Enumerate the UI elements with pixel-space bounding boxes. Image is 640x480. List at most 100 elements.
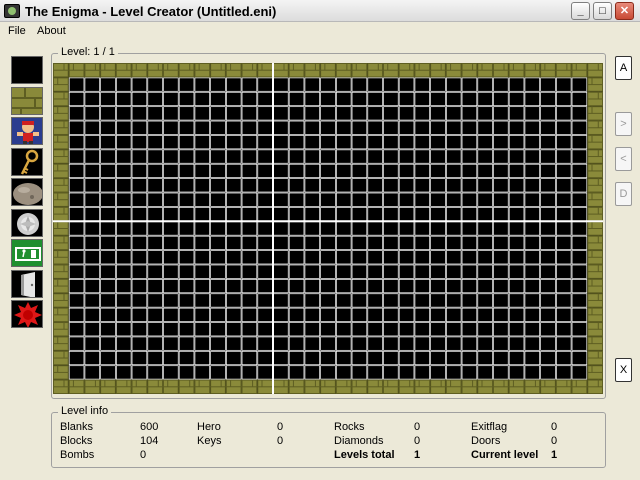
blank-cell[interactable] <box>351 77 368 92</box>
blank-cell[interactable] <box>336 106 352 121</box>
blank-cell[interactable] <box>131 235 148 250</box>
blank-cell[interactable] <box>100 365 116 380</box>
blank-cell[interactable] <box>304 91 320 107</box>
blank-cell[interactable] <box>556 279 572 294</box>
blank-cell[interactable] <box>540 91 556 107</box>
blank-cell[interactable] <box>163 221 179 236</box>
blank-cell[interactable] <box>383 207 399 222</box>
blank-cell[interactable] <box>163 264 179 279</box>
block-cell[interactable] <box>241 63 258 78</box>
blank-cell[interactable] <box>477 365 493 380</box>
blank-cell[interactable] <box>383 250 399 265</box>
blank-cell[interactable] <box>84 365 100 380</box>
blank-cell[interactable] <box>288 365 305 380</box>
blank-cell[interactable] <box>100 221 116 236</box>
blank-cell[interactable] <box>556 106 572 121</box>
blank-cell[interactable] <box>383 149 399 164</box>
block-cell[interactable] <box>53 192 69 207</box>
blank-cell[interactable] <box>116 120 132 135</box>
blank-cell[interactable] <box>367 336 383 351</box>
blank-cell[interactable] <box>241 264 258 279</box>
blank-cell[interactable] <box>131 350 148 366</box>
blank-cell[interactable] <box>556 336 572 351</box>
blank-cell[interactable] <box>116 135 132 150</box>
blank-cell[interactable] <box>178 207 195 222</box>
blank-cell[interactable] <box>524 149 540 164</box>
blank-cell[interactable] <box>351 279 368 294</box>
blank-cell[interactable] <box>508 235 525 250</box>
blank-cell[interactable] <box>556 235 572 250</box>
blank-cell[interactable] <box>556 221 572 236</box>
blank-cell[interactable] <box>178 264 195 279</box>
blank-cell[interactable] <box>351 149 368 164</box>
blank-cell[interactable] <box>446 178 462 193</box>
blank-cell[interactable] <box>351 178 368 193</box>
blank-cell[interactable] <box>446 135 462 150</box>
close-button[interactable]: ✕ <box>615 2 634 20</box>
blank-cell[interactable] <box>430 322 446 337</box>
blank-cell[interactable] <box>147 178 163 193</box>
blank-cell[interactable] <box>571 91 588 107</box>
level-grid[interactable] <box>53 63 603 395</box>
blank-cell[interactable] <box>288 264 305 279</box>
blank-cell[interactable] <box>147 264 163 279</box>
blank-cell[interactable] <box>257 149 273 164</box>
block-cell[interactable] <box>493 379 509 395</box>
blank-cell[interactable] <box>100 77 116 92</box>
blank-cell[interactable] <box>84 307 100 322</box>
blank-cell[interactable] <box>273 350 289 366</box>
blank-cell[interactable] <box>571 221 588 236</box>
block-cell[interactable] <box>53 293 69 308</box>
blank-cell[interactable] <box>320 350 336 366</box>
blank-cell[interactable] <box>556 91 572 107</box>
blank-cell[interactable] <box>430 207 446 222</box>
blank-cell[interactable] <box>131 307 148 322</box>
blank-cell[interactable] <box>383 106 399 121</box>
blank-cell[interactable] <box>524 192 540 207</box>
blank-cell[interactable] <box>273 250 289 265</box>
blank-cell[interactable] <box>477 91 493 107</box>
blank-cell[interactable] <box>131 135 148 150</box>
blank-cell[interactable] <box>414 207 430 222</box>
blank-cell[interactable] <box>320 178 336 193</box>
blank-cell[interactable] <box>304 250 320 265</box>
blank-cell[interactable] <box>351 221 368 236</box>
blank-cell[interactable] <box>116 106 132 121</box>
blank-cell[interactable] <box>163 250 179 265</box>
blank-cell[interactable] <box>540 192 556 207</box>
blank-cell[interactable] <box>147 77 163 92</box>
blank-cell[interactable] <box>226 106 242 121</box>
blank-cell[interactable] <box>116 149 132 164</box>
blank-cell[interactable] <box>288 322 305 337</box>
blank-cell[interactable] <box>116 322 132 337</box>
blank-cell[interactable] <box>226 279 242 294</box>
blank-cell[interactable] <box>556 120 572 135</box>
block-cell[interactable] <box>587 336 603 351</box>
blank-cell[interactable] <box>556 250 572 265</box>
blank-cell[interactable] <box>540 221 556 236</box>
block-cell[interactable] <box>445 63 462 78</box>
blank-cell[interactable] <box>226 149 242 164</box>
blank-cell[interactable] <box>430 307 446 322</box>
blank-cell[interactable] <box>257 293 273 308</box>
blank-cell[interactable] <box>414 279 430 294</box>
blank-cell[interactable] <box>556 264 572 279</box>
blank-cell[interactable] <box>178 307 195 322</box>
blank-cell[interactable] <box>100 135 116 150</box>
blank-cell[interactable] <box>398 120 415 135</box>
blank-cell[interactable] <box>241 322 258 337</box>
blank-cell[interactable] <box>556 192 572 207</box>
blank-cell[interactable] <box>477 178 493 193</box>
blank-cell[interactable] <box>571 235 588 250</box>
blank-cell[interactable] <box>241 207 258 222</box>
blank-cell[interactable] <box>414 250 430 265</box>
blank-cell[interactable] <box>226 120 242 135</box>
block-cell[interactable] <box>587 63 603 78</box>
blank-cell[interactable] <box>461 293 478 308</box>
blank-cell[interactable] <box>194 106 210 121</box>
block-cell[interactable] <box>131 379 148 395</box>
blank-cell[interactable] <box>367 106 383 121</box>
blank-cell[interactable] <box>68 149 85 164</box>
blank-cell[interactable] <box>508 307 525 322</box>
blank-cell[interactable] <box>178 163 195 178</box>
